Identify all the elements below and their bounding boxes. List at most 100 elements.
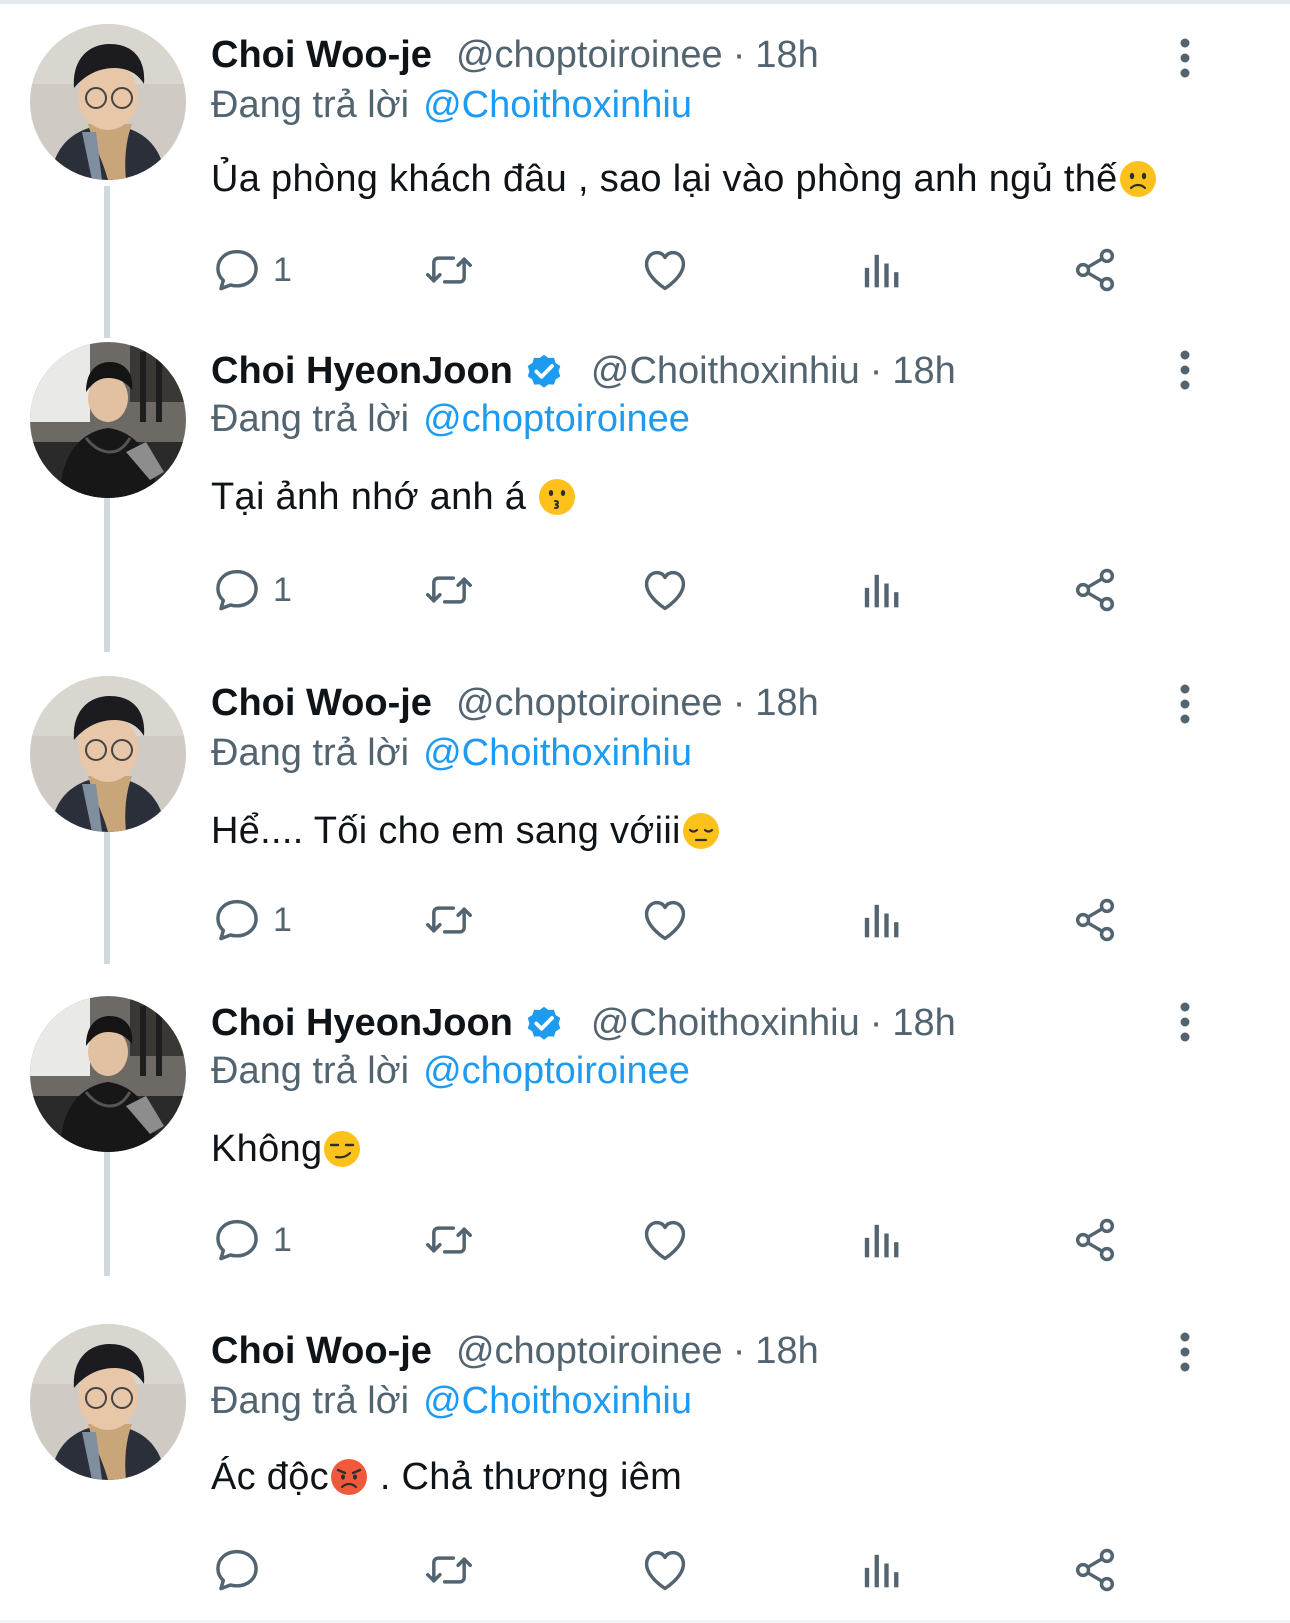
separator-dot: · bbox=[732, 34, 746, 76]
timestamp[interactable]: 18h bbox=[755, 678, 818, 728]
reply-button[interactable]: 1 bbox=[211, 242, 292, 298]
heart-icon bbox=[639, 1214, 691, 1266]
share-button[interactable] bbox=[1069, 892, 1121, 948]
views-button[interactable] bbox=[854, 892, 906, 948]
tweet[interactable]: Choi HyeonJoon @Choithoxinhiu · 18h Đang… bbox=[0, 324, 1290, 648]
analytics-icon bbox=[854, 244, 906, 296]
more-options-icon[interactable] bbox=[1176, 1330, 1194, 1374]
analytics-icon bbox=[854, 894, 906, 946]
like-button[interactable] bbox=[639, 1212, 691, 1268]
avatar[interactable] bbox=[30, 342, 186, 498]
angry-face-emoji bbox=[329, 1457, 369, 1497]
author-handle[interactable]: @choptoiroinee bbox=[456, 1326, 723, 1376]
views-button[interactable] bbox=[854, 242, 906, 298]
avatar[interactable] bbox=[30, 996, 186, 1152]
replying-to-handle[interactable]: @choptoiroinee bbox=[423, 1050, 690, 1092]
verified-badge-icon bbox=[521, 348, 567, 394]
tweet-text-body: Ủa phòng khách đâu , sao lại vào phòng a… bbox=[211, 158, 1118, 200]
tweet-text-part: Ác độc bbox=[211, 1456, 329, 1498]
tweet-actions: 1 bbox=[211, 892, 1211, 948]
reply-button[interactable]: 1 bbox=[211, 1212, 292, 1268]
replying-to-label: Đang trả lời bbox=[211, 84, 410, 126]
author-handle[interactable]: @Choithoxinhiu bbox=[591, 998, 860, 1048]
timestamp[interactable]: 18h bbox=[892, 998, 955, 1048]
worried-face-emoji bbox=[1118, 159, 1158, 199]
tweet-header: Choi HyeonJoon @Choithoxinhiu · 18h bbox=[211, 998, 956, 1048]
share-icon bbox=[1069, 244, 1121, 296]
retweet-button[interactable] bbox=[423, 562, 475, 618]
reply-count: 1 bbox=[273, 900, 292, 939]
kissing-face-emoji bbox=[537, 477, 577, 517]
tweet-actions: 1 bbox=[211, 562, 1211, 618]
views-button[interactable] bbox=[854, 562, 906, 618]
tweet-text-body: Tại ảnh nhớ anh á bbox=[211, 476, 527, 518]
share-button[interactable] bbox=[1069, 1212, 1121, 1268]
share-button[interactable] bbox=[1069, 1542, 1121, 1598]
like-button[interactable] bbox=[639, 892, 691, 948]
smirking-face-emoji bbox=[322, 1129, 362, 1169]
avatar[interactable] bbox=[30, 1324, 186, 1480]
tweet-header: Choi Woo-je @choptoiroinee · 18h bbox=[211, 1326, 819, 1376]
reply-button[interactable]: 1 bbox=[211, 892, 292, 948]
reply-icon bbox=[211, 1214, 263, 1266]
tweet-text: Ác độc . Chả thương iêm bbox=[211, 1450, 682, 1504]
tweet[interactable]: Choi Woo-je @choptoiroinee · 18h Đang tr… bbox=[0, 1296, 1290, 1620]
heart-icon bbox=[639, 1544, 691, 1596]
author-name[interactable]: Choi HyeonJoon bbox=[211, 346, 513, 396]
tweet[interactable]: Choi Woo-je @choptoiroinee · 18h Đang tr… bbox=[0, 648, 1290, 972]
avatar[interactable] bbox=[30, 676, 186, 832]
share-icon bbox=[1069, 894, 1121, 946]
replying-to: Đang trả lời @Choithoxinhiu bbox=[211, 1376, 692, 1426]
views-button[interactable] bbox=[854, 1542, 906, 1598]
replying-to-handle[interactable]: @Choithoxinhiu bbox=[423, 732, 692, 774]
reply-button[interactable]: 1 bbox=[211, 562, 292, 618]
tweet-actions: 1 bbox=[211, 242, 1211, 298]
replying-to: Đang trả lời @choptoiroinee bbox=[211, 394, 690, 444]
tweet-header: Choi Woo-je @choptoiroinee · 18h bbox=[211, 30, 819, 80]
share-icon bbox=[1069, 1214, 1121, 1266]
avatar[interactable] bbox=[30, 24, 186, 180]
share-button[interactable] bbox=[1069, 562, 1121, 618]
separator-dot: · bbox=[732, 682, 746, 724]
retweet-button[interactable] bbox=[423, 1212, 475, 1268]
author-name[interactable]: Choi Woo-je bbox=[211, 30, 432, 80]
replying-to-label: Đang trả lời bbox=[211, 398, 410, 440]
share-icon bbox=[1069, 564, 1121, 616]
author-name[interactable]: Choi Woo-je bbox=[211, 678, 432, 728]
retweet-button[interactable] bbox=[423, 892, 475, 948]
tweet[interactable]: Choi HyeonJoon @Choithoxinhiu · 18h Đang… bbox=[0, 972, 1290, 1296]
author-name[interactable]: Choi HyeonJoon bbox=[211, 998, 513, 1048]
author-handle[interactable]: @Choithoxinhiu bbox=[591, 346, 860, 396]
tweet-actions bbox=[211, 1542, 1211, 1598]
retweet-button[interactable] bbox=[423, 242, 475, 298]
replying-to-handle[interactable]: @Choithoxinhiu bbox=[423, 84, 692, 126]
reply-icon bbox=[211, 894, 263, 946]
more-options-icon[interactable] bbox=[1176, 682, 1194, 726]
more-options-icon[interactable] bbox=[1176, 1000, 1194, 1044]
reply-button[interactable] bbox=[211, 1542, 273, 1598]
separator-dot: · bbox=[732, 1330, 746, 1372]
author-handle[interactable]: @choptoiroinee bbox=[456, 30, 723, 80]
author-name[interactable]: Choi Woo-je bbox=[211, 1326, 432, 1376]
retweet-button[interactable] bbox=[423, 1542, 475, 1598]
timestamp[interactable]: 18h bbox=[755, 30, 818, 80]
like-button[interactable] bbox=[639, 242, 691, 298]
retweet-icon bbox=[423, 244, 475, 296]
timestamp[interactable]: 18h bbox=[892, 346, 955, 396]
more-options-icon[interactable] bbox=[1176, 348, 1194, 392]
tweet[interactable]: Choi Woo-je @choptoiroinee · 18h Đang tr… bbox=[0, 4, 1290, 328]
like-button[interactable] bbox=[639, 1542, 691, 1598]
like-button[interactable] bbox=[639, 562, 691, 618]
retweet-icon bbox=[423, 564, 475, 616]
timestamp[interactable]: 18h bbox=[755, 1326, 818, 1376]
more-options-icon[interactable] bbox=[1176, 36, 1194, 80]
tweet-header: Choi HyeonJoon @Choithoxinhiu · 18h bbox=[211, 346, 956, 396]
pensive-face-emoji bbox=[681, 811, 721, 851]
tweet-text: Tại ảnh nhớ anh á bbox=[211, 470, 577, 524]
author-handle[interactable]: @choptoiroinee bbox=[456, 678, 723, 728]
replying-to-handle[interactable]: @Choithoxinhiu bbox=[423, 1380, 692, 1422]
views-button[interactable] bbox=[854, 1212, 906, 1268]
reply-icon bbox=[211, 564, 263, 616]
share-button[interactable] bbox=[1069, 242, 1121, 298]
replying-to-handle[interactable]: @choptoiroinee bbox=[423, 398, 690, 440]
